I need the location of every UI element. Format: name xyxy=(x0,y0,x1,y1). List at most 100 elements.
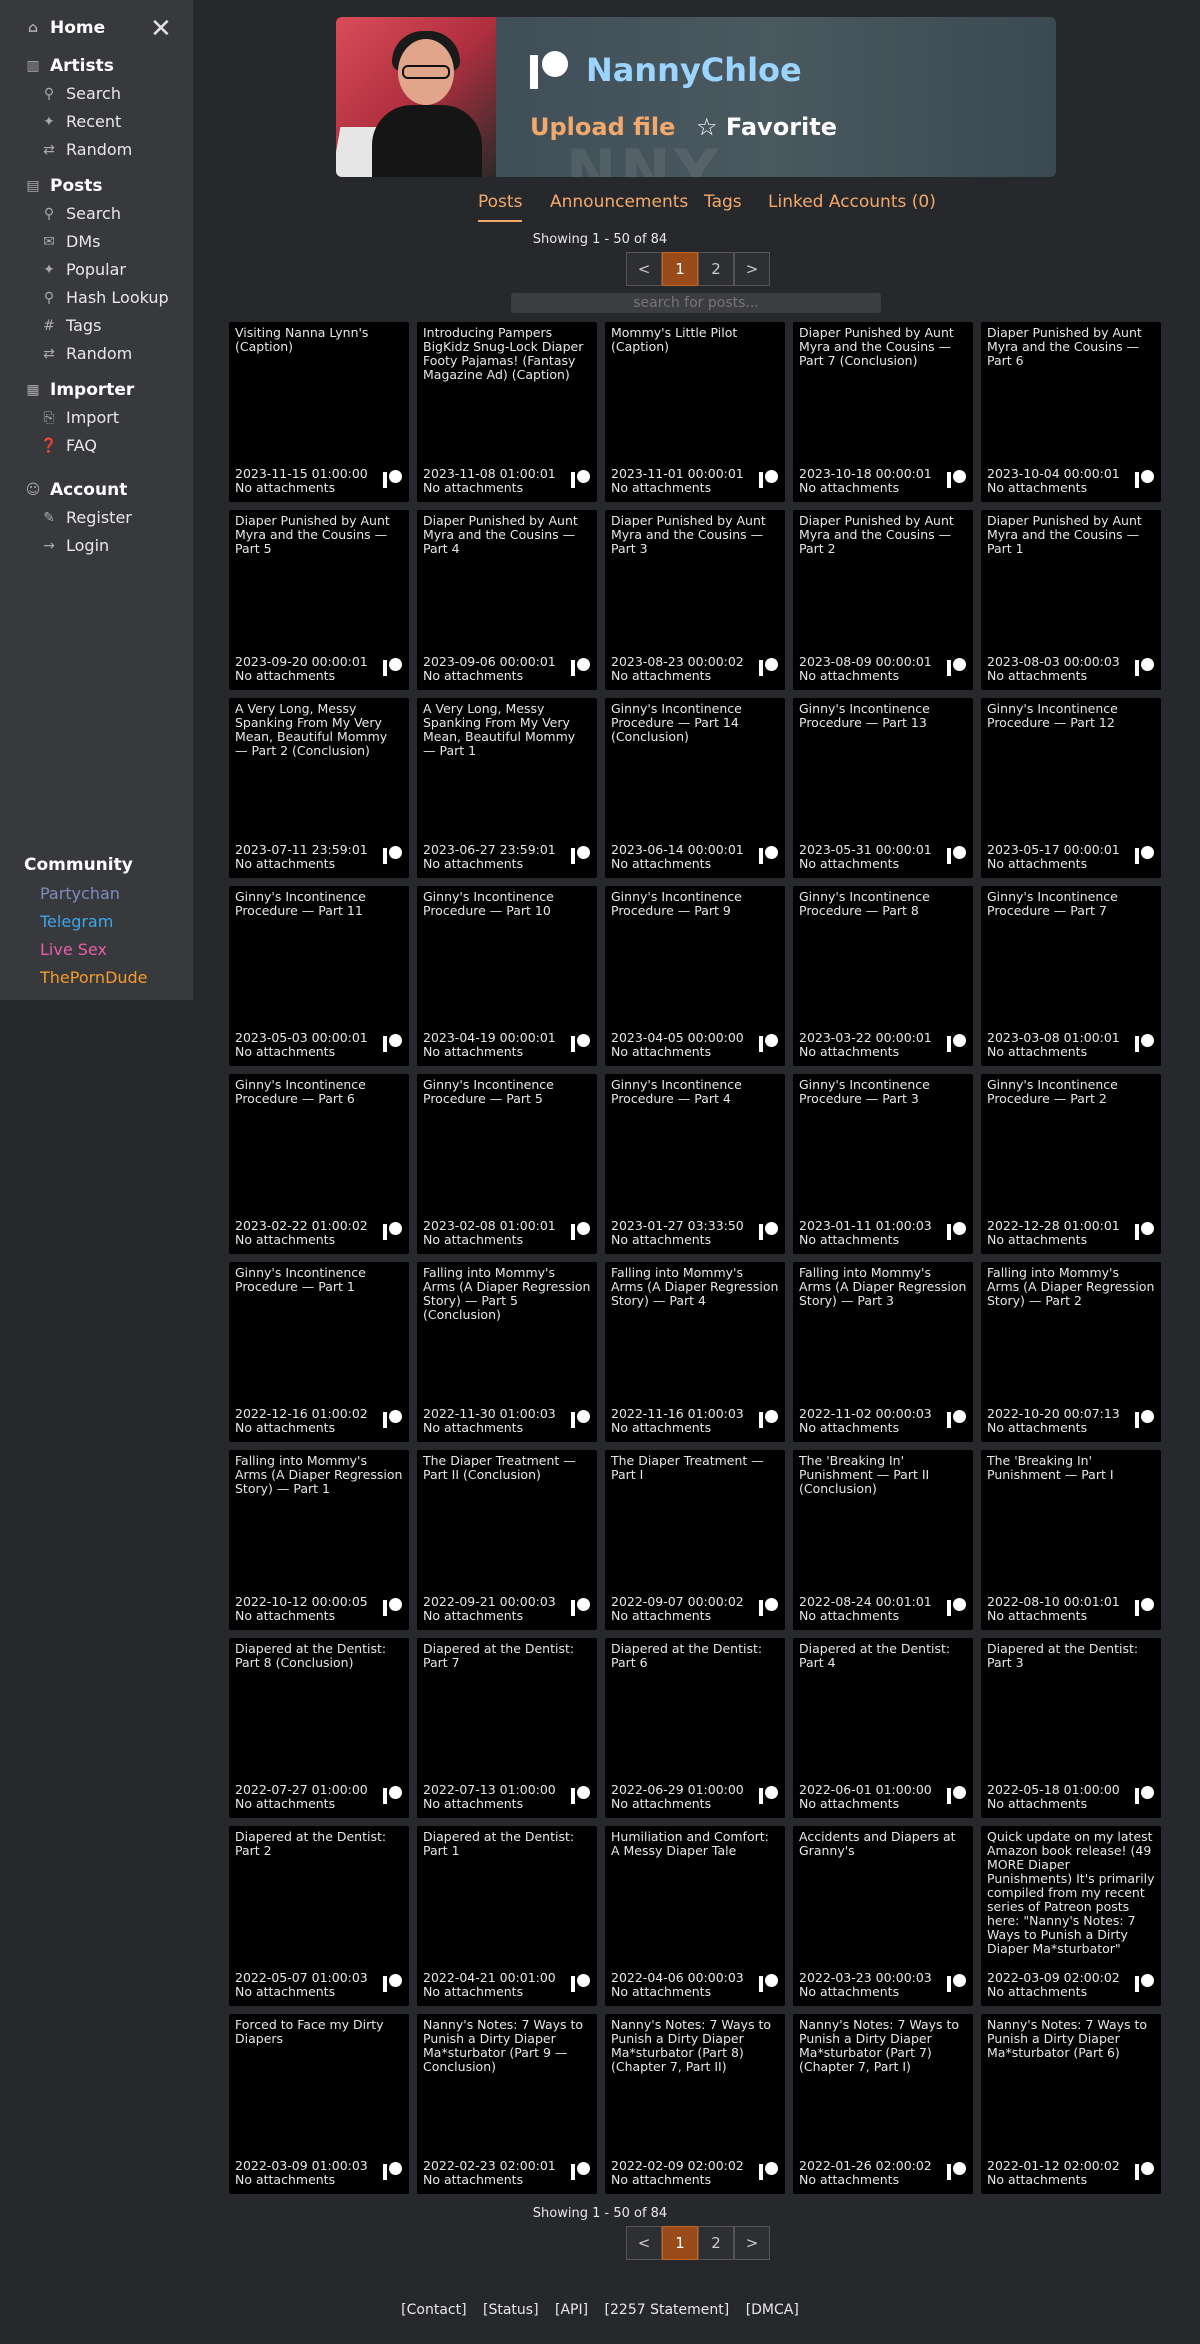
post-title: Diapered at the Dentist: Part 2 xyxy=(235,1829,387,1858)
post-card[interactable]: Mommy's Little Pilot (Caption) 2023-11-01… xyxy=(605,322,785,502)
post-card[interactable]: Diaper Punished by Aunt Myra and the Cou… xyxy=(793,510,973,690)
post-card[interactable]: Accidents and Diapers at Granny's 2022-03… xyxy=(793,1826,973,2006)
sidebar-home[interactable]: ⌂ Home xyxy=(24,18,105,38)
footer-link-api[interactable]: [API] xyxy=(555,2302,588,2318)
post-card[interactable]: Diaper Punished by Aunt Myra and the Cou… xyxy=(417,510,597,690)
post-card[interactable]: Ginny's Incontinence Procedure — Part 8 2… xyxy=(793,886,973,1066)
post-card[interactable]: Diapered at the Dentist: Part 3 2022-05-1… xyxy=(981,1638,1161,1818)
search-posts-input[interactable] xyxy=(511,293,881,313)
page-1-button[interactable]: 1 xyxy=(662,252,698,286)
sidebar-item-faq[interactable]: ❓ FAQ xyxy=(40,436,97,455)
post-date: 2022-08-24 00:01:01 xyxy=(799,1594,932,1609)
creator-name[interactable]: NannyChloe xyxy=(586,51,802,89)
page-next-button[interactable]: > xyxy=(734,2226,770,2260)
post-card[interactable]: Falling into Mommy's Arms (A Diaper Regr… xyxy=(605,1262,785,1442)
sidebar-group-artists[interactable]: ▥ Artists xyxy=(24,56,113,76)
post-card[interactable]: Ginny's Incontinence Procedure — Part 10… xyxy=(417,886,597,1066)
post-card[interactable]: Ginny's Incontinence Procedure — Part 14… xyxy=(605,698,785,878)
footer-link-contact[interactable]: [Contact] xyxy=(401,2302,466,2318)
post-card[interactable]: The 'Breaking In' Punishment — Part I 202… xyxy=(981,1450,1161,1630)
page-prev-button[interactable]: < xyxy=(626,2226,662,2260)
sidebar-item-posts-popular[interactable]: ✦ Popular xyxy=(40,260,126,279)
favorite-button[interactable]: ☆ Favorite xyxy=(696,113,837,141)
sidebar-group-account[interactable]: ☺ Account xyxy=(24,480,128,500)
sidebar-item-import[interactable]: ⎘ Import xyxy=(40,408,119,427)
post-card[interactable]: A Very Long, Messy Spanking From My Very… xyxy=(417,698,597,878)
tab-tags[interactable]: Tags xyxy=(704,192,742,212)
post-card[interactable]: Falling into Mommy's Arms (A Diaper Regr… xyxy=(793,1262,973,1442)
post-card[interactable]: The 'Breaking In' Punishment — Part II (… xyxy=(793,1450,973,1630)
post-card[interactable]: Diapered at the Dentist: Part 4 2022-06-0… xyxy=(793,1638,973,1818)
post-card[interactable]: Diapered at the Dentist: Part 7 2022-07-1… xyxy=(417,1638,597,1818)
post-attachments: No attachments xyxy=(799,1420,900,1435)
sidebar-item-label: Tags xyxy=(66,316,102,335)
sidebar-item-posts-tags[interactable]: # Tags xyxy=(40,316,101,335)
post-card[interactable]: Ginny's Incontinence Procedure — Part 4 2… xyxy=(605,1074,785,1254)
creator-avatar[interactable] xyxy=(336,17,496,177)
post-card[interactable]: Ginny's Incontinence Procedure — Part 13… xyxy=(793,698,973,878)
post-card[interactable]: Ginny's Incontinence Procedure — Part 5 2… xyxy=(417,1074,597,1254)
post-card[interactable]: Quick update on my latest Amazon book re… xyxy=(981,1826,1161,2006)
post-card[interactable]: Diaper Punished by Aunt Myra and the Cou… xyxy=(793,322,973,502)
post-card[interactable]: Diaper Punished by Aunt Myra and the Cou… xyxy=(229,510,409,690)
page-2-button[interactable]: 2 xyxy=(698,2226,734,2260)
community-link-telegram[interactable]: Telegram xyxy=(40,912,113,931)
post-card[interactable]: Diapered at the Dentist: Part 2 2022-05-0… xyxy=(229,1826,409,2006)
post-card[interactable]: Ginny's Incontinence Procedure — Part 2 2… xyxy=(981,1074,1161,1254)
post-card[interactable]: Diapered at the Dentist: Part 6 2022-06-2… xyxy=(605,1638,785,1818)
post-card[interactable]: Ginny's Incontinence Procedure — Part 3 2… xyxy=(793,1074,973,1254)
post-card[interactable]: Nanny's Notes: 7 Ways to Punish a Dirty … xyxy=(605,2014,785,2194)
tab-posts[interactable]: Posts xyxy=(478,192,523,222)
artists-icon: ▥ xyxy=(26,58,40,74)
sidebar-group-importer[interactable]: ▦ Importer xyxy=(24,380,134,400)
post-date: 2023-01-11 01:00:03 xyxy=(799,1218,932,1233)
sidebar-item-artists-random[interactable]: ⇄ Random xyxy=(40,140,132,159)
post-card[interactable]: Nanny's Notes: 7 Ways to Punish a Dirty … xyxy=(417,2014,597,2194)
tab-linked-accounts[interactable]: Linked Accounts (0) xyxy=(768,192,936,212)
post-card[interactable]: Diapered at the Dentist: Part 1 2022-04-2… xyxy=(417,1826,597,2006)
close-icon[interactable]: ✕ xyxy=(150,16,172,42)
post-card[interactable]: A Very Long, Messy Spanking From My Very… xyxy=(229,698,409,878)
footer-link-status[interactable]: [Status] xyxy=(483,2302,539,2318)
post-card[interactable]: Diaper Punished by Aunt Myra and the Cou… xyxy=(981,322,1161,502)
page-next-button[interactable]: > xyxy=(734,252,770,286)
tab-announcements[interactable]: Announcements xyxy=(550,192,688,212)
post-card[interactable]: Ginny's Incontinence Procedure — Part 12… xyxy=(981,698,1161,878)
sidebar-item-artists-recent[interactable]: ✦ Recent xyxy=(40,112,121,131)
page-2-button[interactable]: 2 xyxy=(698,252,734,286)
community-link-partychan[interactable]: Partychan xyxy=(40,884,120,903)
post-card[interactable]: Diaper Punished by Aunt Myra and the Cou… xyxy=(605,510,785,690)
hash-icon: # xyxy=(43,317,55,334)
post-card[interactable]: Nanny's Notes: 7 Ways to Punish a Dirty … xyxy=(981,2014,1161,2194)
sidebar-item-posts-random[interactable]: ⇄ Random xyxy=(40,344,132,363)
post-card[interactable]: Introducing Pampers BigKidz Snug-Lock Di… xyxy=(417,322,597,502)
community-link-theporndude[interactable]: ThePornDude xyxy=(40,968,148,987)
post-card[interactable]: Forced to Face my Dirty Diapers 2022-03-0… xyxy=(229,2014,409,2194)
post-card[interactable]: The Diaper Treatment — Part I 2022-09-07 … xyxy=(605,1450,785,1630)
post-card[interactable]: Diaper Punished by Aunt Myra and the Cou… xyxy=(981,510,1161,690)
footer-link-dmca[interactable]: [DMCA] xyxy=(746,2302,799,2318)
post-card[interactable]: The Diaper Treatment — Part II (Conclusi… xyxy=(417,1450,597,1630)
page-prev-button[interactable]: < xyxy=(626,252,662,286)
page-1-button[interactable]: 1 xyxy=(662,2226,698,2260)
post-card[interactable]: Ginny's Incontinence Procedure — Part 11… xyxy=(229,886,409,1066)
post-card[interactable]: Humiliation and Comfort: A Messy Diaper … xyxy=(605,1826,785,2006)
sidebar-item-login[interactable]: → Login xyxy=(40,536,109,555)
post-card[interactable]: Ginny's Incontinence Procedure — Part 9 2… xyxy=(605,886,785,1066)
footer-link-2257[interactable]: [2257 Statement] xyxy=(605,2302,730,2318)
post-card[interactable]: Visiting Nanna Lynn's (Caption) 2023-11-1… xyxy=(229,322,409,502)
post-card[interactable]: Ginny's Incontinence Procedure — Part 7 2… xyxy=(981,886,1161,1066)
post-card[interactable]: Ginny's Incontinence Procedure — Part 6 2… xyxy=(229,1074,409,1254)
sparkle-icon: ✦ xyxy=(43,261,55,278)
sidebar-item-artists-search[interactable]: ⚲ Search xyxy=(40,84,121,103)
post-card[interactable]: Diapered at the Dentist: Part 8 (Conclus… xyxy=(229,1638,409,1818)
sidebar-item-posts-hash-lookup[interactable]: ⚲ Hash Lookup xyxy=(40,288,169,307)
post-card[interactable]: Falling into Mommy's Arms (A Diaper Regr… xyxy=(417,1262,597,1442)
sidebar-item-register[interactable]: ✎ Register xyxy=(40,508,132,527)
post-card[interactable]: Falling into Mommy's Arms (A Diaper Regr… xyxy=(981,1262,1161,1442)
post-card[interactable]: Falling into Mommy's Arms (A Diaper Regr… xyxy=(229,1450,409,1630)
post-card[interactable]: Ginny's Incontinence Procedure — Part 12… xyxy=(229,1262,409,1442)
post-card[interactable]: Nanny's Notes: 7 Ways to Punish a Dirty … xyxy=(793,2014,973,2194)
upload-file-button[interactable]: Upload file xyxy=(530,113,675,141)
community-link-live-sex[interactable]: Live Sex xyxy=(40,940,107,959)
